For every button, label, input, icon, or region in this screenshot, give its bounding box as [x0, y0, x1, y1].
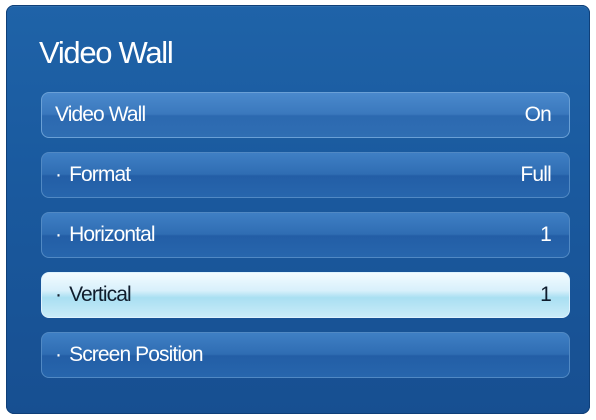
menu-item-label-text: Screen Position	[69, 343, 203, 366]
menu-item-vertical[interactable]: · Vertical 1	[41, 272, 570, 318]
bullet-icon: ·	[55, 163, 62, 186]
panel-title: Video Wall	[39, 35, 174, 70]
bullet-icon: ·	[55, 283, 62, 306]
menu-item-value: On	[524, 103, 552, 126]
menu-item-label: · Format	[55, 153, 131, 197]
menu-item-label: · Horizontal	[55, 213, 156, 257]
bullet-icon: ·	[55, 343, 62, 366]
bullet-icon: ·	[55, 223, 62, 246]
menu-item-video-wall[interactable]: Video Wall On	[41, 92, 570, 138]
menu-item-label-text: Format	[69, 163, 131, 186]
menu-item-horizontal[interactable]: · Horizontal 1	[41, 212, 570, 258]
menu-item-value: Full	[520, 163, 551, 186]
menu-item-screen-position[interactable]: · Screen Position	[41, 332, 570, 378]
menu-item-label: · Vertical	[55, 273, 132, 317]
menu-item-value: 1	[540, 223, 552, 246]
menu-item-format[interactable]: · Format Full	[41, 152, 570, 198]
menu-item-value: 1	[540, 283, 552, 306]
menu-item-label-text: Vertical	[69, 283, 132, 306]
video-wall-menu: Video Wall On · Format Full · Horizontal 1…	[41, 92, 570, 392]
menu-item-label: · Screen Position	[55, 333, 204, 377]
menu-item-label-text: Horizontal	[69, 223, 155, 246]
video-wall-panel: Video Wall Video Wall On · Format Full · H…	[6, 5, 590, 414]
menu-item-label: Video Wall	[55, 103, 146, 126]
